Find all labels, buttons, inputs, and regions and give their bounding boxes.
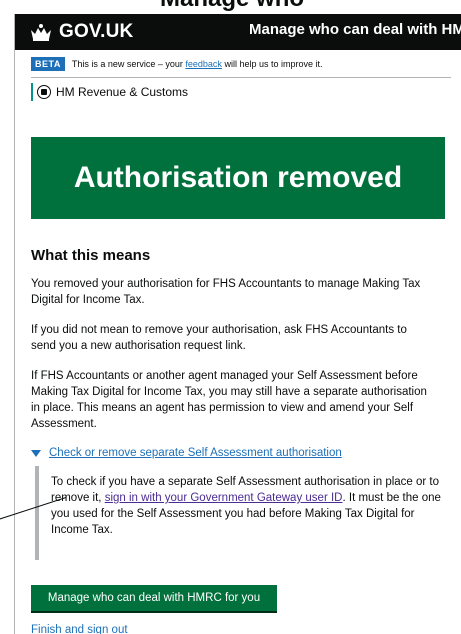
finish-sign-out-link[interactable]: Finish and sign out	[31, 624, 128, 634]
gateway-sign-in-link[interactable]: sign in with your Government Gateway use…	[105, 492, 343, 504]
phase-banner: BETA This is a new service – your feedba…	[31, 56, 451, 78]
organisation-logo: HM Revenue & Customs	[31, 83, 188, 101]
beta-tag: BETA	[31, 57, 65, 71]
organisation-name: HM Revenue & Customs	[56, 85, 189, 99]
govuk-logo-link[interactable]: GOV.UK	[59, 21, 133, 43]
feedback-link[interactable]: feedback	[185, 59, 222, 69]
triangle-down-icon	[31, 449, 41, 457]
page-frame: GOV.UK Manage who can deal with HM BETA …	[14, 14, 461, 634]
hmrc-crest-icon	[37, 85, 51, 99]
manage-authorisations-button[interactable]: Manage who can deal with HMRC for you	[31, 585, 277, 611]
phase-text-before: This is a new service – your	[71, 59, 183, 69]
crown-icon	[29, 22, 53, 42]
details-summary[interactable]: Check or remove separate Self Assessment…	[31, 447, 342, 459]
service-name-link[interactable]: Manage who can deal with HM	[249, 21, 461, 38]
govuk-header: GOV.UK Manage who can deal with HM	[15, 14, 461, 50]
paragraph-self-assessment: If FHS Accountants or another agent mana…	[31, 370, 427, 430]
paragraph-mistake: If you did not mean to remove your autho…	[31, 324, 407, 352]
panel-title: Authorisation removed	[73, 161, 403, 194]
confirmation-panel: Authorisation removed	[31, 137, 445, 219]
cropped-top-text: Manage who can deal with HMRC for you	[160, 0, 320, 14]
paragraph-removed: You removed your authorisation for FHS A…	[31, 278, 421, 306]
details-summary-label[interactable]: Check or remove separate Self Assessment…	[49, 447, 342, 459]
phase-text-after: will help us to improve it.	[224, 59, 323, 69]
details-text: To check if you have a separate Self Ass…	[35, 466, 445, 560]
phase-banner-text: This is a new service – your feedback wi…	[72, 59, 323, 69]
section-heading: What this means	[31, 247, 151, 264]
cropped-top-label: Manage who can deal with HMRC for you	[160, 0, 320, 14]
